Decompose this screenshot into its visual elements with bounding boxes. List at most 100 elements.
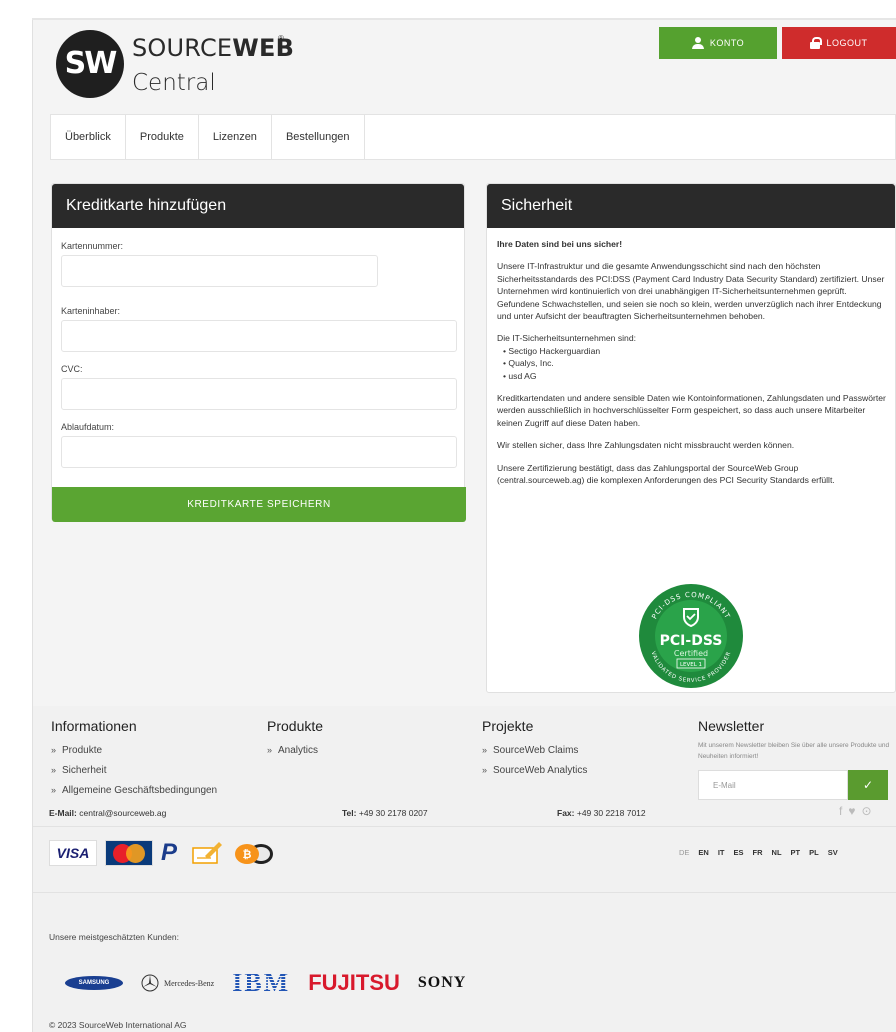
konto-label: KONTO — [709, 38, 745, 48]
logo-mark: SW — [56, 30, 124, 98]
newsletter-title: Newsletter — [698, 718, 765, 734]
twitter-icon[interactable]: ♥ — [848, 804, 855, 818]
footer-link-analytics[interactable]: » Analytics — [267, 740, 323, 760]
registered-mark: ® — [278, 34, 284, 43]
chevron-right-icon: » — [51, 765, 57, 775]
card-number-input[interactable] — [61, 255, 378, 287]
save-card-button[interactable]: KREDITKARTE SPEICHERN — [52, 487, 466, 522]
footer-info-column: Informationen » Produkte » Sicherheit » All… — [51, 718, 217, 800]
security-list-intro: Die IT-Sicherheitsunternehmen sind: — [497, 333, 637, 344]
list-item: Sectigo Hackerguardian — [503, 345, 887, 357]
expiry-label: Ablaufdatum: — [61, 422, 115, 432]
nav-item-ueberblick[interactable]: Überblick — [51, 115, 126, 159]
visa-logo: VISA — [49, 840, 97, 866]
footer-products-column: Produkte » Analytics — [267, 718, 323, 760]
lang-en[interactable]: EN — [698, 848, 708, 857]
konto-button[interactable]: KONTO — [659, 27, 777, 59]
check-icon: ✓ — [862, 778, 874, 792]
footer-link-claims[interactable]: » SourceWeb Claims — [482, 740, 587, 760]
expiry-input[interactable] — [61, 436, 457, 468]
lang-pl[interactable]: PL — [809, 848, 819, 857]
newsletter-text: Mit unserem Newsletter bleiben Sie über … — [698, 742, 890, 760]
facebook-icon[interactable]: f — [839, 804, 842, 818]
security-text: Ihre Daten sind bei uns sicher! Unsere I… — [497, 238, 887, 497]
footer-link-agb[interactable]: » Allgemeine Geschäftsbedingungen — [51, 780, 217, 800]
footer: Informationen » Produkte » Sicherheit » All… — [33, 706, 896, 1032]
nav-item-bestellungen[interactable]: Bestellungen — [272, 115, 365, 159]
cvc-input[interactable] — [61, 378, 457, 410]
payment-methods: VISA P ₿ — [49, 840, 275, 866]
security-title: Sicherheit — [487, 184, 895, 228]
footer-products-title: Produkte — [267, 718, 324, 734]
badge-certified-text: Certified — [674, 649, 708, 658]
sourceweb-logo[interactable]: SW SOURCEWEB ® Central — [56, 30, 296, 106]
nav-item-lizenzen[interactable]: Lizenzen — [199, 115, 272, 159]
logout-button[interactable]: LOGOUT — [782, 27, 896, 59]
lang-de[interactable]: DE — [679, 848, 689, 857]
chevron-right-icon: » — [482, 745, 488, 755]
pci-dss-badge: PCI-DSS COMPLIANT VALIDATED SERVICE PROV… — [639, 584, 743, 688]
security-headline: Ihre Daten sind bei uns sicher! — [497, 239, 623, 249]
contact-tel: Tel: +49 30 2178 0207 — [342, 808, 428, 818]
mercedes-star-icon — [141, 974, 159, 992]
customers-title: Unsere meistgeschätzten Kunden: — [49, 932, 179, 942]
list-item: usd AG — [503, 370, 887, 382]
logout-label: LOGOUT — [826, 38, 868, 48]
coins-icon: ₿ — [235, 844, 273, 864]
lang-nl[interactable]: NL — [772, 848, 782, 857]
contact-email[interactable]: E-Mail: central@sourceweb.ag — [49, 808, 166, 818]
lang-it[interactable]: IT — [718, 848, 725, 857]
samsung-logo: SAMSUNG — [65, 976, 123, 990]
lang-es[interactable]: ES — [734, 848, 744, 857]
sony-logo: SONY — [417, 974, 467, 991]
footer-link-produkte[interactable]: » Produkte — [51, 740, 217, 760]
security-paragraph-1: Unsere IT-Infrastruktur und die gesamte … — [497, 261, 885, 322]
chevron-right-icon: » — [51, 785, 57, 795]
ibm-logo: IBM — [232, 968, 291, 997]
list-item: Qualys, Inc. — [503, 357, 887, 369]
footer-info-title: Informationen — [51, 718, 137, 734]
security-paragraph-2: Kreditkartendaten und andere sensible Da… — [497, 393, 886, 428]
social-links: f ♥ ⊙ — [839, 804, 872, 818]
security-paragraph-4: Unsere Zertifizierung bestätigt, dass da… — [497, 462, 835, 486]
chevron-right-icon: » — [267, 745, 273, 755]
lang-fr[interactable]: FR — [753, 848, 763, 857]
lang-pt[interactable]: PT — [791, 848, 801, 857]
logo-wordmark: SOURCEWEB — [132, 34, 295, 62]
security-paragraph-3: Wir stellen sicher, dass Ihre Zahlungsda… — [497, 440, 795, 451]
mastercard-logo — [105, 840, 153, 866]
security-company-list: Sectigo Hackerguardian Qualys, Inc. usd … — [503, 345, 887, 382]
customer-logos: SAMSUNG Mercedes-Benz IBM FUJITSU SONY — [65, 968, 466, 998]
mercedes-logo: Mercedes-Benz — [141, 974, 214, 992]
copyright: © 2023 SourceWeb International AG — [49, 1020, 187, 1030]
language-switcher: DE EN IT ES FR NL PT PL SV — [679, 848, 838, 857]
add-card-title: Kreditkarte hinzufügen — [52, 184, 464, 228]
nav-item-produkte[interactable]: Produkte — [126, 115, 199, 159]
fujitsu-logo: FUJITSU — [308, 970, 400, 995]
newsletter-email-input[interactable]: E-Mail — [698, 770, 848, 800]
youtube-icon[interactable]: ⊙ — [861, 804, 871, 818]
cheque-icon — [192, 842, 222, 864]
svg-text:₿: ₿ — [243, 848, 252, 861]
badge-main-text: PCI-DSS — [660, 633, 723, 649]
footer-divider — [33, 826, 896, 827]
add-card-panel: Kreditkarte hinzufügen Kartennummer: Kar… — [51, 183, 466, 522]
chevron-right-icon: » — [482, 765, 488, 775]
chevron-right-icon: » — [51, 745, 57, 755]
card-number-label: Kartennummer: — [61, 241, 124, 251]
footer-link-sw-analytics[interactable]: » SourceWeb Analytics — [482, 760, 587, 780]
logo-subtitle: Central — [132, 70, 216, 96]
card-holder-label: Karteninhaber: — [61, 306, 121, 316]
main-nav: Überblick Produkte Lizenzen Bestellungen — [50, 114, 896, 160]
footer-projects-title: Projekte — [482, 718, 534, 734]
cvc-label: CVC: — [61, 364, 83, 374]
user-icon — [691, 37, 704, 49]
footer-divider — [33, 892, 896, 893]
badge-level-text: LEVEL 1 — [680, 662, 702, 668]
card-holder-input[interactable] — [61, 320, 457, 352]
footer-link-sicherheit[interactable]: » Sicherheit — [51, 760, 217, 780]
contact-fax: Fax: +49 30 2218 7012 — [557, 808, 646, 818]
newsletter-submit-button[interactable]: ✓ — [848, 770, 888, 800]
lock-icon — [810, 37, 823, 49]
lang-sv[interactable]: SV — [828, 848, 838, 857]
